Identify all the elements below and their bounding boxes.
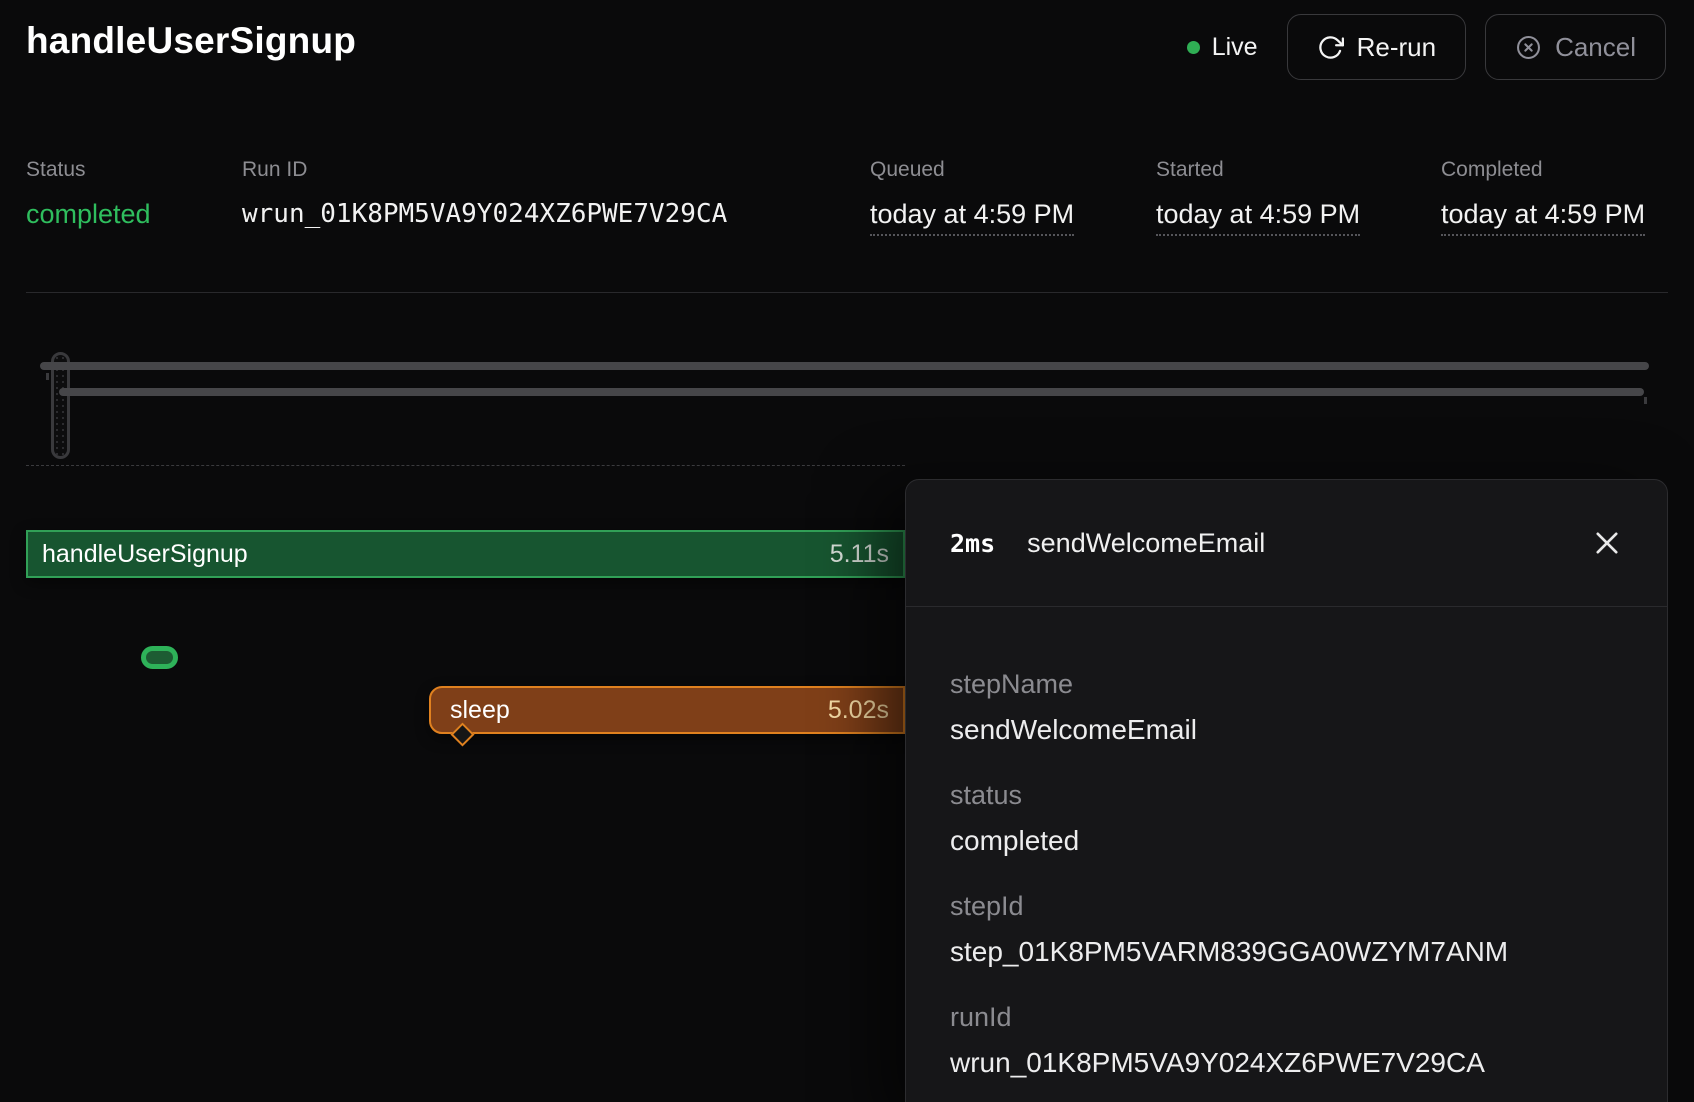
field-stepName: stepName sendWelcomeEmail bbox=[950, 669, 1623, 746]
panel-step-duration: 2ms bbox=[950, 529, 995, 558]
panel-step-title: sendWelcomeEmail bbox=[1027, 528, 1265, 559]
minimap-sleep-bar bbox=[59, 388, 1644, 396]
workflow-bar-label: handleUserSignup bbox=[42, 540, 248, 569]
field-value: sendWelcomeEmail bbox=[950, 714, 1623, 746]
refresh-icon bbox=[1317, 34, 1344, 61]
run-id-label: Run ID bbox=[242, 158, 727, 182]
close-icon bbox=[1590, 526, 1624, 560]
step-bar-sleep[interactable]: sleep 5.02s bbox=[429, 686, 905, 734]
live-dot-icon bbox=[1187, 41, 1200, 54]
cancel-circle-icon bbox=[1515, 34, 1542, 61]
rerun-button-label: Re-run bbox=[1357, 32, 1436, 63]
field-value: wrun_01K8PM5VA9Y024XZ6PWE7V29CA bbox=[950, 1047, 1623, 1079]
meta-completed: Completed today at 4:59 PM bbox=[1441, 158, 1645, 236]
field-value: completed bbox=[950, 825, 1623, 857]
field-label: stepName bbox=[950, 669, 1623, 700]
cancel-button[interactable]: Cancel bbox=[1485, 14, 1666, 80]
field-runId: runId wrun_01K8PM5VA9Y024XZ6PWE7V29CA bbox=[950, 1002, 1623, 1079]
panel-close-button[interactable] bbox=[1587, 523, 1627, 563]
cancel-button-label: Cancel bbox=[1555, 32, 1636, 63]
step-detail-panel: 2ms sendWelcomeEmail stepName sendWelcom… bbox=[905, 479, 1668, 1102]
workflow-run-page: handleUserSignup Live Re-run Cancel Stat… bbox=[0, 0, 1694, 1102]
field-value: step_01K8PM5VARM839GGA0WZYM7ANM bbox=[950, 936, 1623, 968]
meta-started: Started today at 4:59 PM bbox=[1156, 158, 1360, 236]
section-divider bbox=[26, 292, 1668, 293]
panel-header: 2ms sendWelcomeEmail bbox=[906, 480, 1667, 607]
sleep-bar-label: sleep bbox=[450, 696, 510, 725]
workflow-bar-duration: 5.11s bbox=[830, 540, 889, 569]
completed-value: today at 4:59 PM bbox=[1441, 199, 1645, 236]
meta-queued: Queued today at 4:59 PM bbox=[870, 158, 1074, 236]
minimap-workflow-bar bbox=[40, 362, 1649, 370]
rerun-button[interactable]: Re-run bbox=[1287, 14, 1466, 80]
field-label: runId bbox=[950, 1002, 1623, 1033]
queued-label: Queued bbox=[870, 158, 1074, 182]
started-value: today at 4:59 PM bbox=[1156, 199, 1360, 236]
completed-label: Completed bbox=[1441, 158, 1645, 182]
status-value: completed bbox=[26, 199, 151, 230]
meta-status: Status completed bbox=[26, 158, 151, 230]
field-label: stepId bbox=[950, 891, 1623, 922]
run-id-value: wrun_01K8PM5VA9Y024XZ6PWE7V29CA bbox=[242, 199, 727, 229]
field-stepId: stepId step_01K8PM5VARM839GGA0WZYM7ANM bbox=[950, 891, 1623, 968]
page-title: handleUserSignup bbox=[26, 20, 356, 62]
panel-body: stepName sendWelcomeEmail status complet… bbox=[906, 607, 1667, 1079]
field-status: status completed bbox=[950, 780, 1623, 857]
queued-value: today at 4:59 PM bbox=[870, 199, 1074, 236]
minimap-step-tick bbox=[46, 373, 49, 380]
minimap-end-tick bbox=[1644, 397, 1647, 404]
live-indicator: Live bbox=[1187, 33, 1258, 62]
sleep-bar-duration: 5.02s bbox=[828, 696, 889, 725]
live-label: Live bbox=[1212, 33, 1258, 62]
chart-top-border bbox=[26, 465, 905, 466]
workflow-bar-handleUserSignup[interactable]: handleUserSignup 5.11s bbox=[26, 530, 905, 578]
header-controls: Live Re-run Cancel bbox=[1187, 14, 1666, 80]
started-label: Started bbox=[1156, 158, 1360, 182]
meta-run-id: Run ID wrun_01K8PM5VA9Y024XZ6PWE7V29CA bbox=[242, 158, 727, 229]
status-label: Status bbox=[26, 158, 151, 182]
field-label: status bbox=[950, 780, 1623, 811]
step-pill-sendWelcomeEmail[interactable] bbox=[141, 646, 178, 669]
